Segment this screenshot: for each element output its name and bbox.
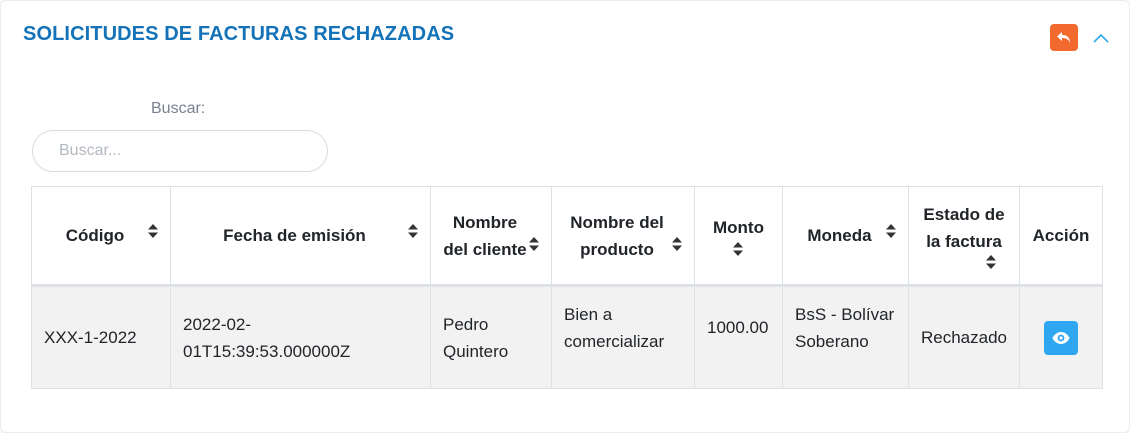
cell-cliente: Pedro Quintero xyxy=(430,285,552,389)
table-header-row: Código Fecha de emisión Nombre del clien… xyxy=(31,186,1103,287)
column-label: Moneda xyxy=(807,226,872,245)
collapse-button[interactable] xyxy=(1089,28,1113,48)
column-header-fecha[interactable]: Fecha de emisión xyxy=(170,186,431,287)
cell-estado: Rechazado xyxy=(908,285,1020,389)
card-title: SOLICITUDES DE FACTURAS RECHAZADAS xyxy=(23,23,455,45)
cell-fecha: 2022-02-01T15:39:53.000000Z xyxy=(170,285,431,389)
column-label: Estado de la factura xyxy=(923,204,1005,251)
invoices-table: Código Fecha de emisión Nombre del clien… xyxy=(31,186,1103,389)
sort-icon xyxy=(408,224,418,238)
back-button[interactable] xyxy=(1050,24,1078,51)
cell-codigo: XXX-1-2022 xyxy=(31,285,171,389)
rejected-invoices-card: SOLICITUDES DE FACTURAS RECHAZADAS Busca… xyxy=(0,0,1130,433)
sort-icon xyxy=(529,237,539,251)
column-label: Acción xyxy=(1032,226,1090,245)
chevron-up-icon xyxy=(1093,33,1109,43)
column-header-moneda[interactable]: Moneda xyxy=(782,186,909,287)
column-header-monto[interactable]: Monto xyxy=(694,186,783,287)
sort-icon xyxy=(886,224,896,238)
sort-icon xyxy=(986,255,996,269)
cell-moneda: BsS - Bolívar Soberano xyxy=(782,285,909,389)
view-invoice-button[interactable] xyxy=(1044,320,1078,355)
reply-icon xyxy=(1057,31,1070,43)
search-label: Buscar: xyxy=(151,100,206,117)
column-header-cliente[interactable]: Nombre del cliente xyxy=(430,186,552,287)
column-header-producto[interactable]: Nombre del producto xyxy=(551,186,695,287)
search-input[interactable] xyxy=(32,130,328,172)
cell-accion xyxy=(1019,285,1103,389)
column-header-estado[interactable]: Estado de la factura xyxy=(908,186,1020,287)
cell-producto: Bien a comercializar xyxy=(551,285,695,389)
table-row: XXX-1-2022 2022-02-01T15:39:53.000000Z P… xyxy=(31,285,1103,389)
sort-icon xyxy=(148,224,158,238)
sort-icon xyxy=(672,237,682,251)
column-label: Nombre del cliente xyxy=(443,212,527,259)
column-header-codigo[interactable]: Código xyxy=(31,186,171,287)
column-label: Código xyxy=(65,226,125,245)
eye-icon xyxy=(1052,331,1070,344)
column-header-accion: Acción xyxy=(1019,186,1103,287)
column-label: Nombre del producto xyxy=(570,212,664,259)
cell-monto: 1000.00 xyxy=(694,285,783,389)
column-label: Monto xyxy=(713,218,764,237)
sort-icon xyxy=(733,242,743,256)
column-label: Fecha de emisión xyxy=(223,226,366,245)
